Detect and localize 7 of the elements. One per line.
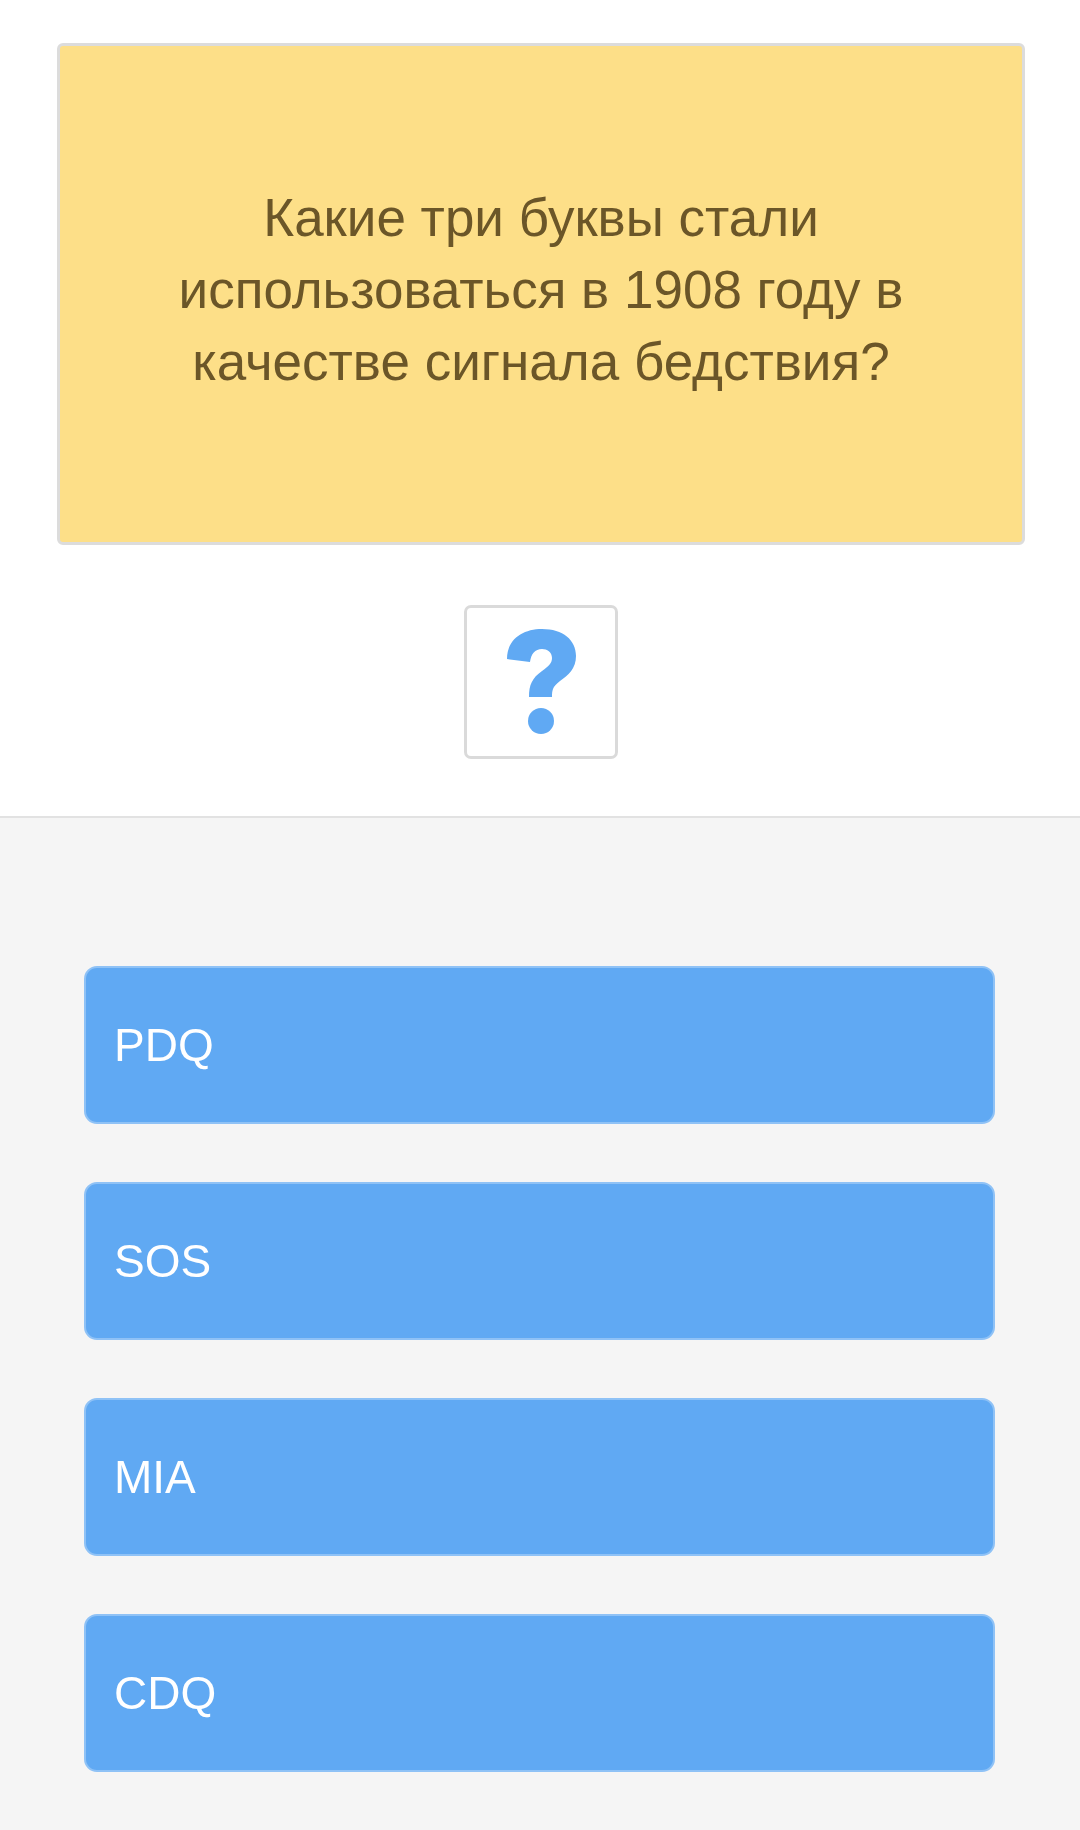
question-mark-icon xyxy=(505,629,577,735)
answer-button[interactable]: PDQ xyxy=(84,966,995,1124)
question-text: Какие три буквы стали использоваться в 1908 году в качестве сигнала бедствия? xyxy=(177,187,905,393)
answer-button[interactable]: CDQ xyxy=(84,1614,995,1772)
hint-button[interactable] xyxy=(464,605,618,759)
answer-button[interactable]: SOS xyxy=(84,1182,995,1340)
answer-button[interactable]: MIA xyxy=(84,1398,995,1556)
